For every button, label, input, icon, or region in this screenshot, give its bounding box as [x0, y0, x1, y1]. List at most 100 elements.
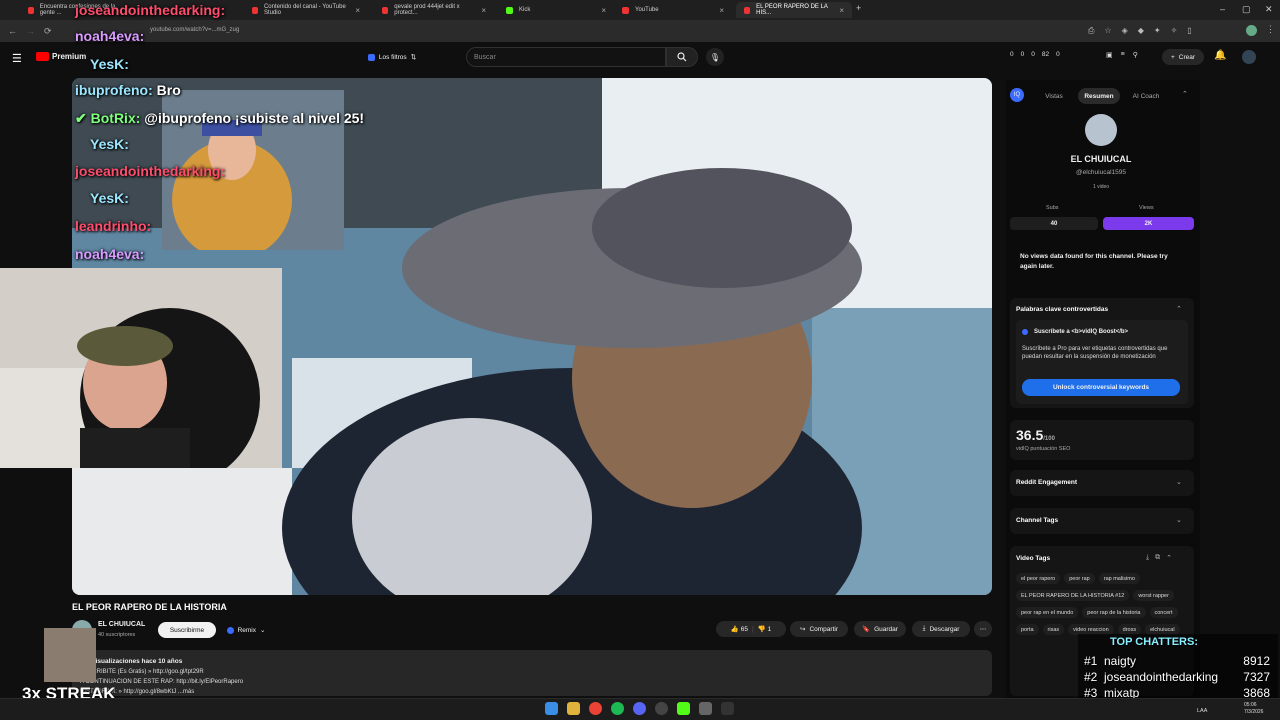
tab-vistas[interactable]: Vistas	[1034, 88, 1074, 104]
app-icon[interactable]	[699, 702, 712, 715]
voice-search-button[interactable]: 🎙	[706, 48, 724, 66]
clock-date[interactable]: 7/3/2026	[1244, 709, 1263, 715]
extension-icon[interactable]: ✦	[1154, 26, 1161, 36]
chat-user: joseandointhedarking:	[75, 2, 226, 18]
search-button[interactable]	[666, 47, 698, 67]
account-avatar[interactable]	[1242, 50, 1256, 64]
extension-icon[interactable]: ◆	[1138, 26, 1144, 36]
video-tag[interactable]: peor rap	[1064, 573, 1095, 584]
back-icon[interactable]: ←	[8, 26, 17, 36]
browser-tab-active[interactable]: EL PEOR RAPERO DE LA HIS... ×	[736, 2, 852, 18]
subscribe-button[interactable]: Suscribirme	[158, 622, 216, 638]
forward-icon[interactable]: →	[26, 26, 35, 36]
video-tag[interactable]: porta	[1016, 624, 1039, 635]
video-tag[interactable]: worst rapper	[1133, 590, 1174, 601]
spotify-icon[interactable]	[611, 702, 624, 715]
vidiq-logo-icon: IQ	[1010, 88, 1024, 102]
youtube-logo[interactable]: Premium	[36, 52, 86, 61]
profile-avatar[interactable]	[1246, 25, 1257, 36]
chevron-down-icon[interactable]: ⌄	[1176, 516, 1182, 524]
chevron-up-icon[interactable]: ⌃	[1166, 554, 1172, 562]
close-icon[interactable]: ×	[601, 6, 606, 15]
list-icon[interactable]: ≡	[1121, 51, 1125, 59]
tab-ai-coach[interactable]: AI Coach	[1124, 88, 1168, 104]
info-icon	[1022, 329, 1028, 335]
obs-icon[interactable]	[655, 702, 668, 715]
video-tag[interactable]: rap malisimo	[1098, 573, 1140, 584]
new-tab-button[interactable]: +	[856, 3, 861, 13]
streamer-webcam	[0, 268, 282, 468]
youtube-favicon-icon	[744, 6, 751, 14]
collapse-icon[interactable]: ⌃	[1182, 90, 1188, 98]
tab-label: YouTube	[635, 7, 659, 13]
filters-button[interactable]: Los filtros ⇅	[362, 49, 422, 65]
calculator-icon[interactable]	[721, 702, 734, 715]
vidiq-icon[interactable]: ▣	[1106, 51, 1113, 59]
more-actions-button[interactable]: ⋯	[974, 621, 992, 637]
logo-text: Premium	[52, 52, 87, 61]
close-icon[interactable]: ×	[719, 6, 724, 15]
like-button[interactable]: 👍 65	[731, 625, 748, 633]
save-button[interactable]: 🔖 Guardar	[854, 621, 906, 637]
boost-title: Suscríbete a <b>vidIQ Boost</b>	[1034, 329, 1129, 335]
remix-button[interactable]: Remix ⌄	[220, 622, 272, 638]
cast-icon[interactable]: ⎙	[1088, 26, 1094, 36]
sidebar-icon[interactable]: ▯	[1187, 26, 1191, 36]
chatter-row: #2 joseandointhedarking 7327	[1084, 670, 1270, 684]
discord-icon[interactable]	[633, 702, 646, 715]
download-icon[interactable]: ⤓	[1146, 554, 1149, 562]
clock-time[interactable]: 05:06	[1244, 702, 1257, 708]
chatter-rank: #2	[1084, 670, 1098, 684]
close-window-button[interactable]: ✕	[1265, 4, 1273, 15]
pin-icon[interactable]: ⚲	[1133, 51, 1138, 59]
minimize-button[interactable]: –	[1220, 4, 1225, 14]
browser-tab[interactable]: Kick ×	[498, 2, 614, 18]
video-tag[interactable]: peor rap de la historia	[1082, 607, 1146, 618]
star-icon[interactable]: ☆	[1104, 26, 1111, 36]
unlock-keywords-button[interactable]: Unlock controversial keywords	[1022, 379, 1180, 396]
maximize-button[interactable]: ▢	[1242, 4, 1251, 15]
close-icon[interactable]: ×	[481, 6, 486, 15]
plus-icon: +	[1170, 53, 1175, 61]
video-tag[interactable]: concert	[1149, 607, 1178, 618]
video-description[interactable]	[72, 650, 992, 696]
file-explorer-icon[interactable]	[567, 702, 580, 715]
close-icon[interactable]: ×	[839, 6, 844, 15]
video-tag[interactable]: risas	[1042, 624, 1065, 635]
browser-tab[interactable]: Contenido del canal - YouTube Studio ×	[244, 2, 368, 18]
reload-icon[interactable]: ⟳	[44, 26, 52, 37]
chevron-down-icon[interactable]: ⌄	[1176, 478, 1182, 486]
chevron-up-icon[interactable]: ⌃	[1176, 305, 1182, 313]
download-button[interactable]: ⤓ Descargar	[912, 621, 970, 637]
puzzle-icon[interactable]: ✧	[1171, 26, 1178, 36]
hamburger-menu-icon[interactable]: ☰	[12, 52, 22, 65]
close-icon[interactable]: ×	[355, 6, 360, 15]
extension-icon[interactable]: ◈	[1122, 26, 1128, 36]
chrome-icon[interactable]	[589, 702, 602, 715]
video-tag[interactable]: el peor rapero	[1016, 573, 1061, 584]
channel-name[interactable]: EL CHUIUCAL	[98, 621, 145, 628]
notifications-bell-icon[interactable]: 🔔	[1214, 50, 1226, 61]
chat-message: noah4eva:	[75, 28, 144, 44]
windows-start-icon[interactable]	[545, 702, 558, 715]
copy-icon[interactable]: ⧉	[1155, 554, 1160, 562]
chat-message: YesK:	[90, 56, 129, 72]
kick-icon[interactable]	[677, 702, 690, 715]
browser-tab[interactable]: YouTube ×	[614, 2, 732, 18]
url-field[interactable]: youtube.com/watch?v=...mG_zug	[150, 27, 239, 33]
menu-icon[interactable]: ⋮	[1266, 24, 1275, 35]
tab-resumen[interactable]: Resumen	[1078, 88, 1120, 104]
dislike-button[interactable]: 👎 1	[758, 625, 772, 633]
like-dislike-group: 👍 65 | 👎 1	[716, 621, 786, 637]
vidiq-channel-name: EL CHUIUCAL	[1070, 154, 1132, 164]
share-button[interactable]: ↪ Compartir	[790, 621, 848, 637]
browser-tab[interactable]: qevale prod 444jet edit x protect... ×	[374, 2, 494, 18]
vidiq-stats-bar[interactable]: 0 0 0 82 0	[1010, 51, 1060, 58]
search-input[interactable]: Buscar	[466, 47, 666, 67]
language-indicator[interactable]: LAA	[1197, 708, 1207, 714]
video-tag[interactable]: peor rap en el mundo	[1016, 607, 1079, 618]
create-button[interactable]: + Crear	[1162, 49, 1204, 65]
chat-message: ✔ BotRix: @ibuprofeno ¡subiste al nivel …	[75, 110, 364, 127]
sliders-icon: ⇅	[410, 54, 417, 61]
video-tag[interactable]: EL PEOR RAPERO DE LA HISTORIA #12	[1016, 590, 1130, 601]
